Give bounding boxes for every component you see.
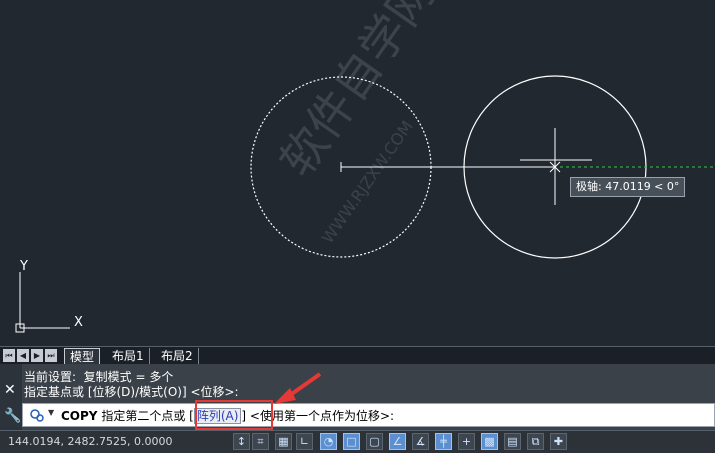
- selection-cycling-icon[interactable]: ⧉: [527, 433, 544, 450]
- prev-tab-button[interactable]: ◀: [17, 349, 29, 362]
- object-snap-icon[interactable]: □: [343, 433, 360, 450]
- tab-layout2[interactable]: 布局2: [156, 348, 199, 364]
- command-prompt-icon[interactable]: [29, 407, 45, 426]
- snap-mode-icon[interactable]: ⌗: [252, 433, 269, 450]
- last-tab-button[interactable]: ⏭: [45, 349, 57, 362]
- quick-properties-icon[interactable]: ▤: [504, 433, 521, 450]
- chevron-down-icon[interactable]: ▼: [48, 408, 54, 417]
- next-tab-button[interactable]: ▶: [31, 349, 43, 362]
- ucs-y-label: Y: [19, 259, 28, 274]
- lineweight-icon[interactable]: +: [458, 433, 475, 450]
- first-tab-button[interactable]: ⏮: [3, 349, 15, 362]
- layout-tab-bar: ⏮ ◀ ▶ ⏭ 模型 布局1 布局2: [0, 346, 715, 365]
- ucs-x-label: X: [74, 315, 83, 330]
- polar-tooltip: 极轴: 47.0119 < 0°: [570, 177, 686, 197]
- command-input-line[interactable]: ▼ COPY 指定第二个点或 [阵列(A)] <使用第一个点作为位移>:: [22, 403, 715, 427]
- prompt-text-before: 指定第二个点或 [: [97, 409, 194, 423]
- status-bar: 144.0194, 2482.7525, 0.0000 ↕ ⌗ ▦ ∟ ◔ □ …: [0, 430, 715, 453]
- highlight-box: [195, 400, 273, 430]
- object-snap-tracking-icon[interactable]: ∠: [389, 433, 406, 450]
- command-history-line: 指定基点或 [位移(D)/模式(O)] <位移>:: [24, 385, 239, 399]
- command-panel-handle[interactable]: ✕ 🔧: [0, 364, 22, 430]
- tab-model[interactable]: 模型: [64, 348, 101, 365]
- ortho-mode-icon[interactable]: ∟: [296, 433, 313, 450]
- close-icon[interactable]: ✕: [4, 382, 16, 398]
- polar-tracking-icon[interactable]: ◔: [320, 433, 337, 450]
- infer-constraints-icon[interactable]: ↕: [233, 433, 250, 450]
- command-history-line: 当前设置: 复制模式 = 多个: [24, 370, 174, 384]
- tab-layout1[interactable]: 布局1: [107, 348, 150, 364]
- drawing-canvas[interactable]: Y X 软件自学网 WWW.RJZXW.COM 极轴: 47.0119 < 0°: [0, 0, 715, 346]
- wrench-icon[interactable]: 🔧: [4, 408, 21, 424]
- annotation-arrow-icon: [274, 372, 322, 404]
- dynamic-input-icon[interactable]: ╪: [435, 433, 452, 450]
- command-name: COPY: [61, 409, 98, 423]
- annotation-monitor-icon[interactable]: ✚: [550, 433, 567, 450]
- dynamic-ucs-icon[interactable]: ∡: [412, 433, 429, 450]
- coordinate-readout: 144.0194, 2482.7525, 0.0000: [8, 435, 173, 448]
- transparency-icon[interactable]: ▩: [481, 433, 498, 450]
- 3d-object-snap-icon[interactable]: ▢: [366, 433, 383, 450]
- grid-display-icon[interactable]: ▦: [275, 433, 292, 450]
